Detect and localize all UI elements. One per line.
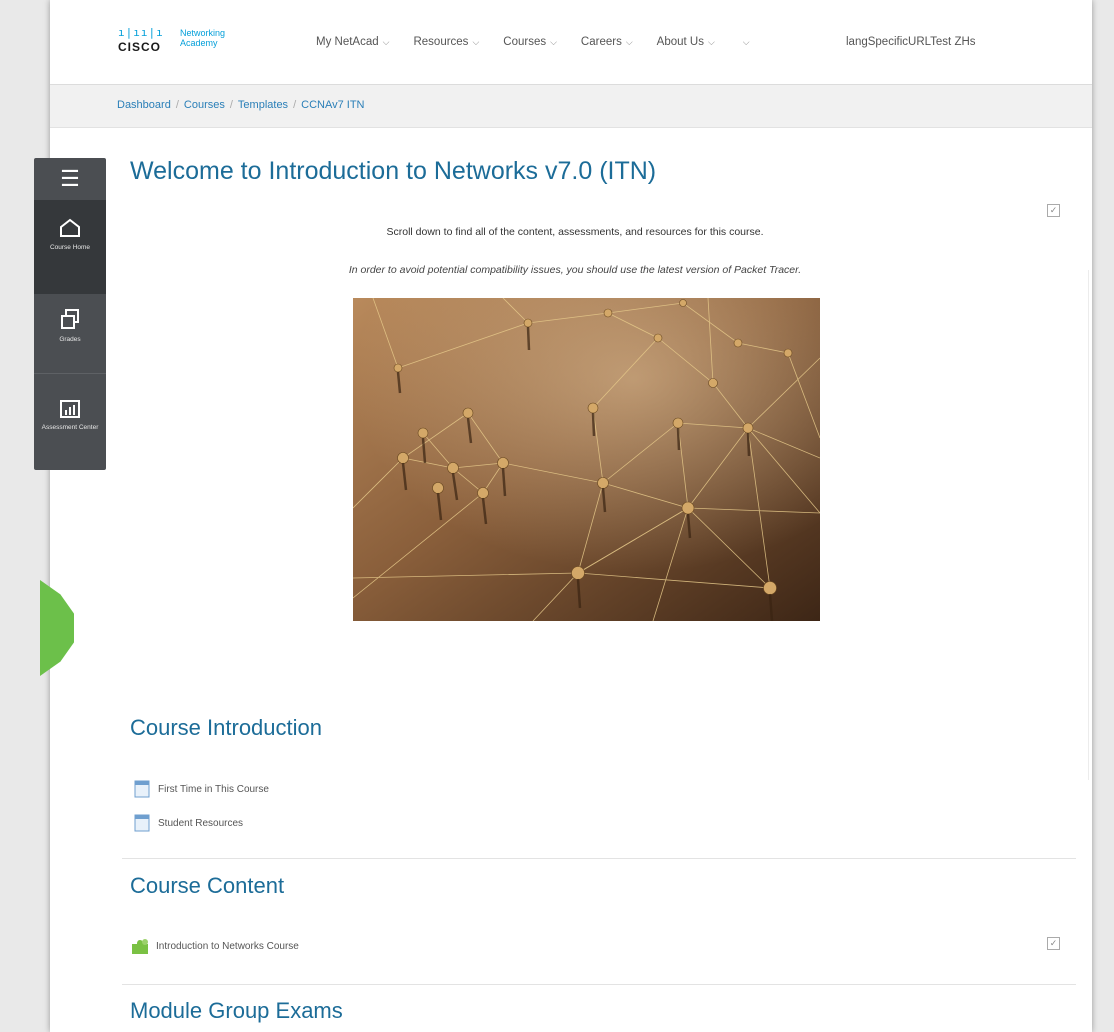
- breadcrumb-separator: /: [229, 99, 233, 111]
- page-icon: [134, 780, 150, 798]
- logo-networking-academy-text: Networking Academy: [180, 28, 225, 48]
- link-label: Student Resources: [158, 817, 244, 829]
- link-label: First Time in This Course: [158, 783, 269, 795]
- sidenav-label: Grades: [59, 336, 81, 343]
- nav-resources[interactable]: Resources ⌵: [413, 36, 479, 48]
- section-divider: [122, 984, 1076, 985]
- link-label: Introduction to Networks Course: [156, 940, 299, 952]
- link-student-resources[interactable]: Student Resources: [134, 814, 243, 832]
- section-title-course-introduction: Course Introduction: [130, 715, 322, 740]
- network-pins-image: [353, 298, 820, 621]
- cisco-networking-academy-logo[interactable]: ı|ıı|ı CISCO Networking Academy: [118, 24, 268, 64]
- intro-scroll-text: Scroll down to find all of the content, …: [386, 226, 764, 238]
- breadcrumb: Dashboard / Courses / Templates / CCNAv7 ITN: [117, 99, 365, 111]
- sidenav-label: Assessment Center: [41, 424, 99, 431]
- section-title-module-group-exams: Module Group Exams: [130, 998, 343, 1023]
- puzzle-piece-icon: [132, 939, 148, 954]
- assessment-icon: [60, 400, 80, 418]
- logo-networking-text: Networking: [180, 28, 226, 38]
- nav-label: Resources: [413, 36, 469, 48]
- content-divider: [1088, 270, 1089, 780]
- breadcrumb-dashboard[interactable]: Dashboard: [117, 99, 171, 111]
- nav-label: My NetAcad: [316, 36, 379, 48]
- menu-toggle-button[interactable]: ☰: [34, 158, 106, 200]
- completion-checkbox-icon[interactable]: ✓: [1047, 937, 1060, 950]
- link-first-time-in-this-course[interactable]: First Time in This Course: [134, 780, 269, 798]
- logo-cisco-text: CISCO: [118, 40, 162, 54]
- chevron-down-icon: ⌵: [472, 36, 480, 47]
- nav-courses[interactable]: Courses ⌵: [503, 36, 557, 48]
- nav-unlabeled-dropdown[interactable]: ⌵: [739, 36, 750, 48]
- chevron-down-icon: ⌵: [742, 36, 750, 47]
- nav-careers[interactable]: Careers ⌵: [581, 36, 633, 48]
- breadcrumb-bar: Dashboard / Courses / Templates / CCNAv7 ITN: [50, 85, 1092, 128]
- main-nav: My NetAcad ⌵ Resources ⌵ Courses ⌵ Caree…: [316, 36, 774, 48]
- intro-packet-tracer-text: In order to avoid potential compatibilit…: [348, 264, 802, 276]
- page-title: Welcome to Introduction to Networks v7.0…: [130, 157, 657, 185]
- page-icon: [134, 814, 150, 832]
- nav-label: Courses: [503, 36, 547, 48]
- side-feedback-tab[interactable]: [40, 580, 74, 676]
- site-header: ı|ıı|ı CISCO Networking Academy My NetAc…: [50, 0, 1092, 85]
- nav-label: Careers: [580, 36, 622, 48]
- section-title-course-content: Course Content: [130, 873, 285, 898]
- breadcrumb-ccnav7-itn[interactable]: CCNAv7 ITN: [301, 99, 364, 111]
- nav-label: About Us: [656, 36, 704, 48]
- page-container: ı|ıı|ı CISCO Networking Academy My NetAc…: [34, 0, 1092, 1032]
- cisco-bars-icon: ı|ıı|ı: [118, 26, 164, 39]
- sidenav-grades[interactable]: Grades: [34, 294, 106, 374]
- grades-icon: [61, 309, 79, 329]
- home-icon: [60, 218, 80, 237]
- breadcrumb-templates[interactable]: Templates: [238, 99, 288, 111]
- nav-my-netacad[interactable]: My NetAcad ⌵: [316, 36, 389, 48]
- hamburger-menu-icon: ☰: [60, 166, 80, 191]
- sidenav-course-home[interactable]: Course Home: [34, 200, 106, 294]
- breadcrumb-courses[interactable]: Courses: [184, 99, 225, 111]
- breadcrumb-separator: /: [175, 99, 179, 111]
- chevron-down-icon: ⌵: [550, 36, 557, 47]
- nav-about-us[interactable]: About Us ⌵: [657, 36, 715, 48]
- sidenav-assessment-center[interactable]: Assessment Center: [34, 374, 106, 470]
- chevron-down-icon: ⌵: [707, 36, 715, 47]
- completion-checkbox-icon[interactable]: ✓: [1047, 204, 1060, 217]
- course-side-nav: ☰ Course Home Grades Assessment Center: [34, 158, 106, 470]
- logo-academy-text: Academy: [180, 38, 218, 48]
- breadcrumb-separator: /: [293, 99, 297, 111]
- section-divider: [122, 858, 1076, 859]
- lang-specific-link[interactable]: langSpecificURLTest ZHs: [846, 36, 976, 48]
- link-introduction-to-networks-course[interactable]: Introduction to Networks Course: [130, 936, 299, 956]
- chevron-down-icon: ⌵: [625, 36, 633, 47]
- chevron-down-icon: ⌵: [382, 36, 390, 47]
- sidenav-label: Course Home: [49, 244, 91, 251]
